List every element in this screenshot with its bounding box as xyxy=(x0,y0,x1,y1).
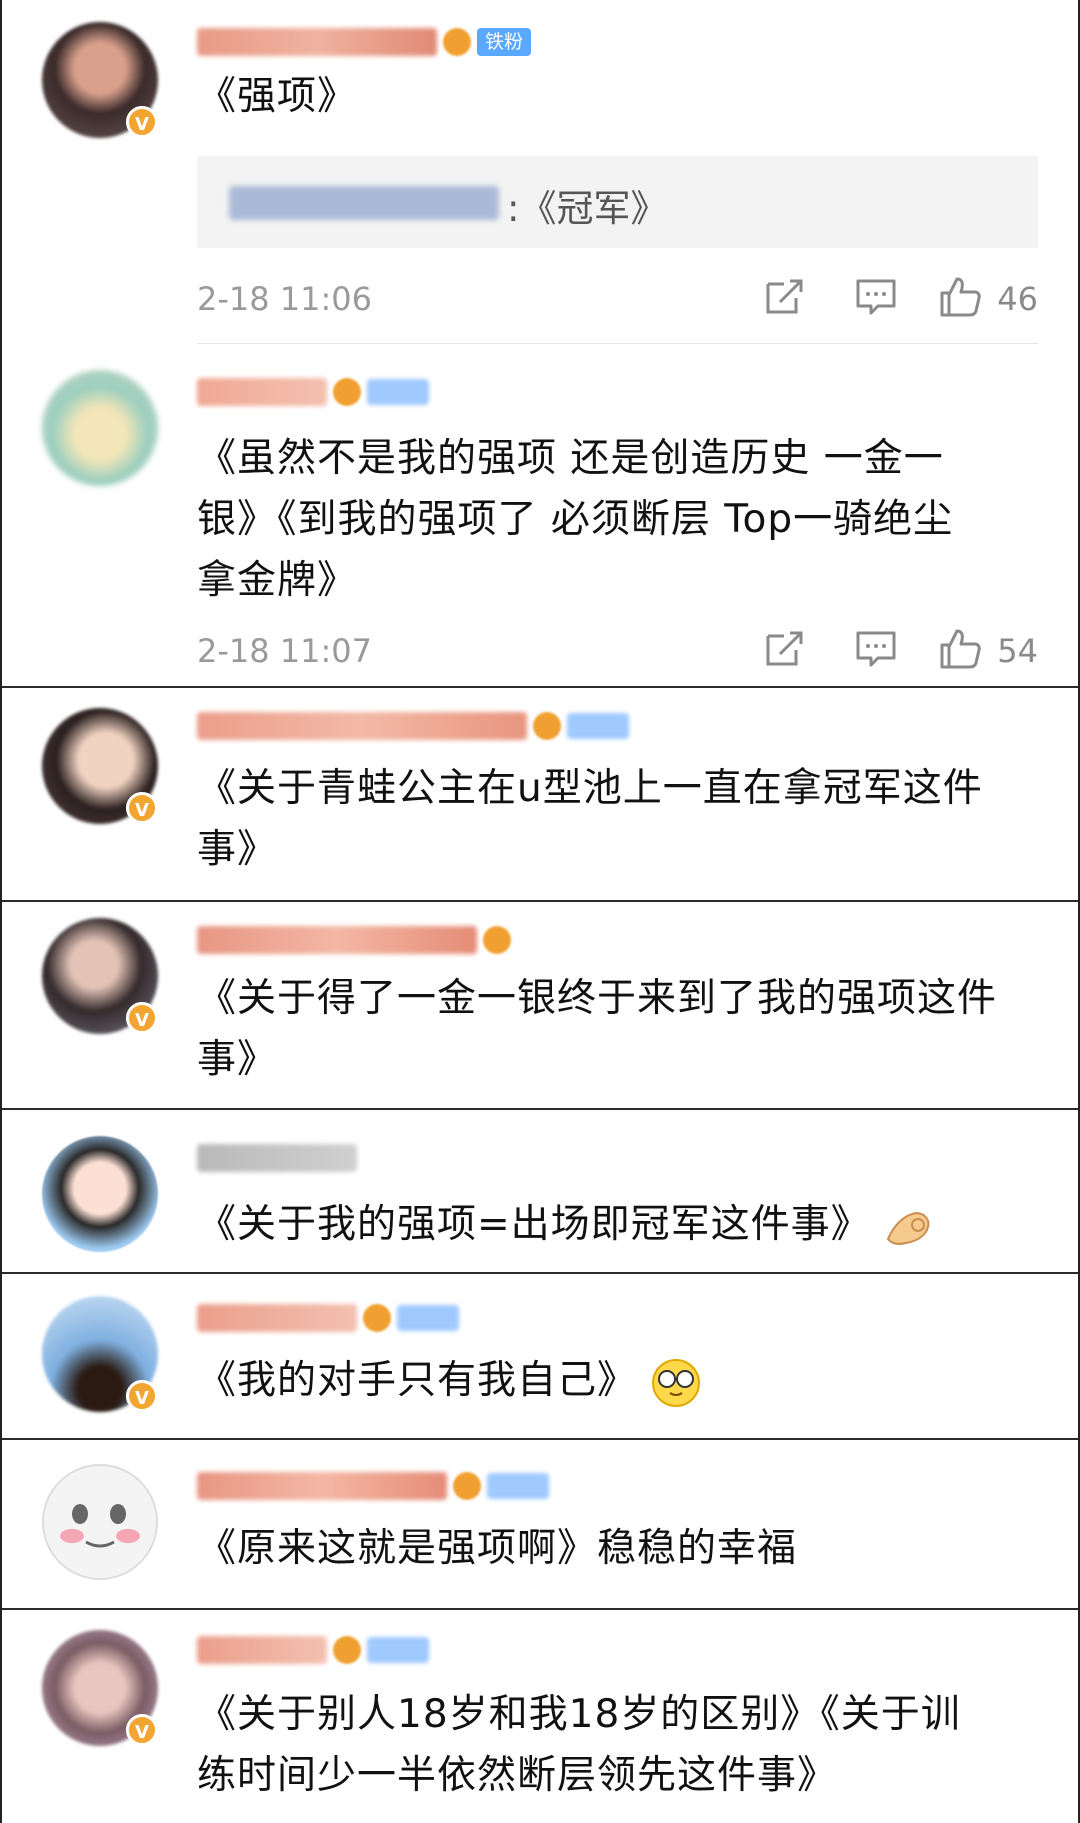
comment-item: V 《关于别人18岁和我18岁的区别》《关于训 练时间少一半依然断层领先这件事》 xyxy=(2,1610,1078,1823)
username[interactable]: 铁粉 xyxy=(197,26,532,58)
username[interactable] xyxy=(197,1470,549,1502)
verified-v-icon: V xyxy=(126,1002,158,1034)
avatar[interactable]: V xyxy=(42,918,158,1034)
share-icon[interactable] xyxy=(762,274,806,318)
reply-username[interactable] xyxy=(229,186,499,220)
timestamp: 2-18 11:07 xyxy=(197,632,373,670)
comment-icon[interactable] xyxy=(854,626,898,670)
fan-badge xyxy=(397,1305,459,1331)
fan-badge xyxy=(367,379,429,405)
avatar[interactable] xyxy=(42,1464,158,1580)
verified-v-icon: V xyxy=(126,792,158,824)
fan-badge xyxy=(367,1637,429,1663)
thumbs-up-icon[interactable] xyxy=(938,274,982,318)
avatar[interactable]: V xyxy=(42,1296,158,1412)
like-count: 54 xyxy=(997,632,1038,670)
avatar[interactable]: V xyxy=(42,1630,158,1746)
ok-hand-emoji xyxy=(886,1211,930,1245)
comment-text: 《关于得了一金一银终于来到了我的强项这件 事》 xyxy=(197,976,998,1082)
crown-icon xyxy=(483,926,511,954)
crown-icon xyxy=(363,1304,391,1332)
username[interactable] xyxy=(197,924,511,956)
crown-icon xyxy=(443,28,471,56)
comment-item: V 《关于得了一金一银终于来到了我的强项这件 事》 xyxy=(2,902,1078,1108)
fan-badge xyxy=(487,1473,549,1499)
comment-item: V 《关于青蛙公主在u型池上一直在拿冠军这件 事》 xyxy=(2,688,1078,900)
separator xyxy=(197,343,1038,344)
reply-preview[interactable]: :《冠军》 xyxy=(197,156,1038,248)
share-icon[interactable] xyxy=(762,626,806,670)
username[interactable] xyxy=(197,710,629,742)
comment-icon[interactable] xyxy=(854,274,898,318)
comment-text: 《关于青蛙公主在u型池上一直在拿冠军这件 事》 xyxy=(197,766,983,872)
username[interactable] xyxy=(197,376,429,408)
avatar[interactable]: V xyxy=(42,708,158,824)
comment-text: 《我的对手只有我自己》 xyxy=(197,1350,1038,1411)
reply-text: :《冠军》 xyxy=(507,187,668,230)
comment-item: 《关于我的强项=出场即冠军这件事》 xyxy=(2,1110,1078,1272)
comment-item: 《原来这就是强项啊》稳稳的幸福 xyxy=(2,1440,1078,1608)
username[interactable] xyxy=(197,1634,429,1666)
comment-item: V 《我的对手只有我自己》 xyxy=(2,1274,1078,1438)
comment-feed: V 铁粉 《强项》 :《冠军》 2-18 11:06 46 《虽然不是我的强项 … xyxy=(0,0,1080,1823)
comment-text: 《强项》 xyxy=(197,74,358,119)
meme-face-icon xyxy=(60,1504,140,1548)
username[interactable] xyxy=(197,1302,459,1334)
avatar[interactable] xyxy=(42,1136,158,1252)
comment-meta: 2-18 11:07 54 xyxy=(197,626,1038,676)
comment-text: 《关于我的强项=出场即冠军这件事》 xyxy=(197,1194,1038,1255)
avatar[interactable] xyxy=(42,370,158,486)
comment-text: 《原来这就是强项啊》稳稳的幸福 xyxy=(197,1526,798,1571)
verified-v-icon: V xyxy=(126,106,158,138)
glasses-face-emoji xyxy=(652,1358,701,1407)
timestamp: 2-18 11:06 xyxy=(197,280,373,318)
crown-icon xyxy=(453,1472,481,1500)
verified-v-icon: V xyxy=(126,1380,158,1412)
crown-icon xyxy=(333,1636,361,1664)
comment-item: V 铁粉 《强项》 :《冠军》 2-18 11:06 46 《虽然不是我的强项 … xyxy=(2,0,1078,670)
comment-text: 《虽然不是我的强项 还是创造历史 一金一 银》《到我的强项了 必须断层 Top一… xyxy=(197,436,954,603)
crown-icon xyxy=(333,378,361,406)
fan-badge: 铁粉 xyxy=(477,28,532,56)
fan-badge xyxy=(567,713,629,739)
verified-v-icon: V xyxy=(126,1714,158,1746)
avatar[interactable]: V xyxy=(42,22,158,138)
username[interactable] xyxy=(197,1142,357,1174)
like-count: 46 xyxy=(997,280,1038,318)
thumbs-up-icon[interactable] xyxy=(938,626,982,670)
comment-text: 《关于别人18岁和我18岁的区别》《关于训 练时间少一半依然断层领先这件事》 xyxy=(197,1692,961,1798)
comment-meta: 2-18 11:06 46 xyxy=(197,274,1038,324)
crown-icon xyxy=(533,712,561,740)
